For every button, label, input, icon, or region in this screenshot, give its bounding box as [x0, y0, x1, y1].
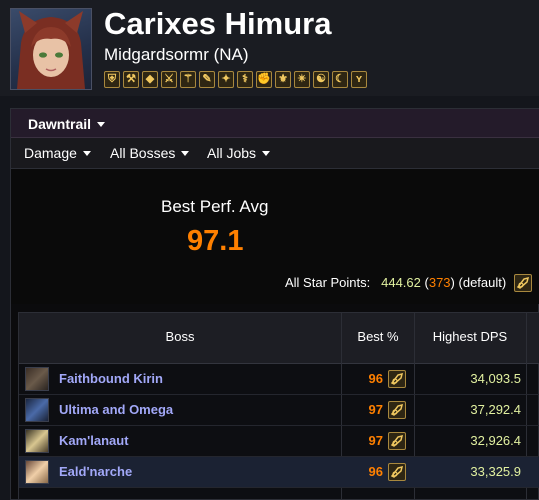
- gunbreaker-job-icon[interactable]: [388, 432, 406, 450]
- dps-column-header[interactable]: Highest DPS: [415, 329, 525, 344]
- character-avatar[interactable]: [10, 8, 92, 90]
- all-star-points: All Star Points: 444.62 (373) (default): [285, 273, 532, 293]
- chevron-down-icon: [262, 150, 271, 156]
- chevron-down-icon: [82, 150, 91, 156]
- kirin-icon: [25, 367, 49, 391]
- all-star-rank-close: ): [450, 275, 455, 290]
- sage-icon[interactable]: ⚕: [237, 71, 253, 88]
- table-header: Boss Best % Highest DPS: [19, 313, 539, 364]
- filter-bar: Damage All Bosses All Jobs: [11, 138, 539, 169]
- expansion-bar: Dawntrail: [11, 109, 539, 138]
- best-percent: 96: [368, 464, 383, 479]
- gunbreaker-job-icon[interactable]: [513, 273, 532, 292]
- paladin-icon[interactable]: ⛨: [104, 71, 120, 88]
- scholar-icon[interactable]: ✎: [199, 71, 215, 88]
- metric-dropdown[interactable]: Damage: [24, 144, 91, 162]
- gunbreaker-job-icon[interactable]: [388, 370, 406, 388]
- boss-name-link[interactable]: Eald'narche: [59, 464, 132, 479]
- boss-table: Boss Best % Highest DPS Faithbound Kirin…: [18, 312, 539, 500]
- summary-section: Best Perf. Avg 97.1 All Star Points: 444…: [11, 169, 539, 304]
- best-percent: 97: [368, 402, 383, 417]
- expansion-dropdown[interactable]: Dawntrail: [28, 115, 106, 133]
- boss-name-link[interactable]: Ultima and Omega: [59, 402, 173, 417]
- kamlanaut-icon: [25, 429, 49, 453]
- astrologian-icon[interactable]: ✦: [218, 71, 234, 88]
- gunbreaker-icon[interactable]: ⚔: [161, 71, 177, 88]
- jobs-dropdown[interactable]: All Jobs: [207, 144, 271, 162]
- table-row[interactable]: Eald'narche 96 33,325.9: [19, 457, 539, 488]
- ultima-omega-icon: [25, 398, 49, 422]
- chevron-down-icon: [181, 150, 190, 156]
- boss-name-link[interactable]: Kam'lanaut: [59, 433, 129, 448]
- all-star-label: All Star Points:: [285, 275, 371, 290]
- whitemage-icon[interactable]: ⚚: [180, 71, 196, 88]
- ealdnarche-icon: [25, 460, 49, 484]
- rankings-panel: Dawntrail Damage All Bosses All Jobs Bes…: [10, 108, 539, 500]
- highest-dps: 37,292.4: [470, 402, 521, 417]
- highest-dps: 32,926.4: [470, 433, 521, 448]
- highest-dps: 34,093.5: [470, 371, 521, 386]
- best-perf-value: 97.1: [187, 225, 244, 257]
- character-header: Carixes Himura Midgardsormr (NA) ⛨ ⚒ ◆ ⚔…: [0, 0, 539, 96]
- all-star-mode: (default): [458, 275, 507, 290]
- dragoon-icon[interactable]: ⚜: [275, 71, 291, 88]
- gunbreaker-job-icon[interactable]: [388, 463, 406, 481]
- all-star-rank: 373: [428, 275, 451, 290]
- character-name: Carixes Himura: [104, 6, 332, 41]
- best-percent: 96: [368, 371, 383, 386]
- gunbreaker-job-icon[interactable]: [388, 401, 406, 419]
- ninja-icon[interactable]: ✴: [294, 71, 310, 88]
- monk-icon[interactable]: ✊: [256, 71, 272, 88]
- table-row[interactable]: Kam'lanaut 97 32,926.4: [19, 426, 539, 457]
- boss-column-header[interactable]: Boss: [19, 329, 341, 344]
- samurai-icon[interactable]: ☯: [313, 71, 329, 88]
- best-perf-label: Best Perf. Avg: [161, 197, 269, 216]
- chevron-down-icon: [97, 121, 106, 127]
- table-row[interactable]: Faithbound Kirin 96 34,093.5: [19, 364, 539, 395]
- best-percent: 97: [368, 433, 383, 448]
- warrior-icon[interactable]: ⚒: [123, 71, 139, 88]
- best-column-header[interactable]: Best %: [342, 329, 414, 344]
- darkknight-icon[interactable]: ◆: [142, 71, 158, 88]
- bosses-dropdown[interactable]: All Bosses: [110, 144, 190, 162]
- viper-icon[interactable]: ʏ: [351, 71, 367, 88]
- reaper-icon[interactable]: ☾: [332, 71, 348, 88]
- highest-dps: 33,325.9: [470, 464, 521, 479]
- all-star-points-value: 444.62: [381, 275, 421, 290]
- character-server[interactable]: Midgardsormr (NA): [104, 44, 249, 66]
- table-row[interactable]: Ultima and Omega 97 37,292.4: [19, 395, 539, 426]
- boss-name-link[interactable]: Faithbound Kirin: [59, 371, 163, 386]
